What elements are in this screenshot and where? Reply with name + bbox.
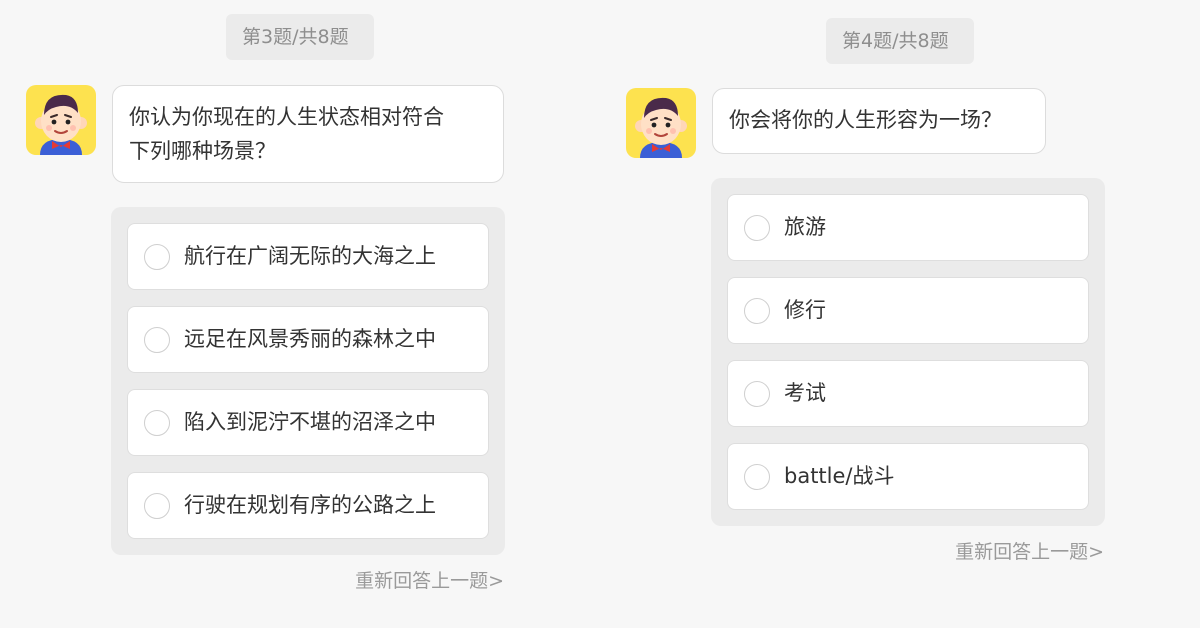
options-list: 旅游 修行 考试 battle/战斗 [711, 178, 1105, 526]
redo-previous-link[interactable]: 重新回答上一题> [955, 537, 1104, 564]
option-item[interactable]: 航行在广阔无际的大海之上 [127, 223, 489, 290]
option-item[interactable]: battle/战斗 [727, 443, 1089, 510]
cartoon-boy-avatar-icon [26, 85, 96, 155]
cartoon-boy-avatar-icon [626, 88, 696, 158]
option-label: 修行 [784, 298, 826, 322]
progress-indicator: 第3题/共8题 [226, 14, 374, 60]
question-bubble: 你会将你的人生形容为一场？ [712, 88, 1046, 154]
question-bubble: 你认为你现在的人生状态相对符合 下列哪种场景？ [112, 85, 504, 183]
option-label: battle/战斗 [784, 464, 895, 488]
option-item[interactable]: 旅游 [727, 194, 1089, 261]
question-text-line1: 你会将你的人生形容为一场？ [729, 108, 1002, 132]
option-label: 远足在风景秀丽的森林之中 [184, 327, 436, 351]
radio-circle-icon[interactable] [744, 298, 770, 324]
option-item[interactable]: 考试 [727, 360, 1089, 427]
option-item[interactable]: 修行 [727, 277, 1089, 344]
progress-indicator: 第4题/共8题 [826, 18, 974, 64]
radio-circle-icon[interactable] [144, 493, 170, 519]
radio-circle-icon[interactable] [144, 244, 170, 270]
option-label: 陷入到泥泞不堪的沼泽之中 [184, 410, 436, 434]
question-panel-3: 第3题/共8题 你认为你现在的人生状态相对符合 下列哪种场景？ 航行在广阔无际的… [0, 0, 600, 628]
redo-previous-link[interactable]: 重新回答上一题> [355, 566, 504, 593]
question-text-line2: 下列哪种场景？ [129, 139, 276, 163]
options-list: 航行在广阔无际的大海之上 远足在风景秀丽的森林之中 陷入到泥泞不堪的沼泽之中 行… [111, 207, 505, 555]
option-item[interactable]: 行驶在规划有序的公路之上 [127, 472, 489, 539]
radio-circle-icon[interactable] [744, 381, 770, 407]
question-panel-4: 第4题/共8题 你会将你的人生形容为一场？ 旅游 修行 考试 battle/战斗… [600, 0, 1200, 628]
radio-circle-icon[interactable] [144, 410, 170, 436]
option-item[interactable]: 陷入到泥泞不堪的沼泽之中 [127, 389, 489, 456]
option-label: 旅游 [784, 215, 826, 239]
option-label: 行驶在规划有序的公路之上 [184, 493, 436, 517]
option-item[interactable]: 远足在风景秀丽的森林之中 [127, 306, 489, 373]
option-label: 航行在广阔无际的大海之上 [184, 244, 436, 268]
option-label: 考试 [784, 381, 826, 405]
radio-circle-icon[interactable] [744, 215, 770, 241]
radio-circle-icon[interactable] [744, 464, 770, 490]
question-text-line1: 你认为你现在的人生状态相对符合 [129, 105, 444, 129]
radio-circle-icon[interactable] [144, 327, 170, 353]
